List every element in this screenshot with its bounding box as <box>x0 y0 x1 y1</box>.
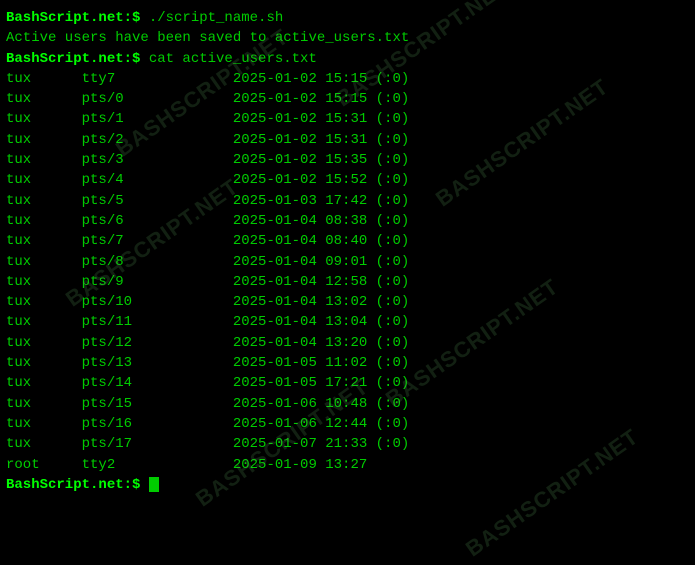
terminal-line-1: BashScript.net:$ ./script_name.sh <box>6 8 689 28</box>
row-10: tux pts/8 2025-01-04 09:01 (:0) <box>6 252 689 272</box>
row-4: tux pts/2 2025-01-02 15:31 (:0) <box>6 130 689 150</box>
row-7: tux pts/5 2025-01-03 17:42 (:0) <box>6 191 689 211</box>
output-1: Active users have been saved to active_u… <box>6 30 409 46</box>
row-2: tux pts/0 2025-01-02 15:15 (:0) <box>6 89 689 109</box>
terminal-final-prompt: BashScript.net:$ <box>6 475 689 495</box>
row-17: tux pts/15 2025-01-06 10:48 (:0) <box>6 394 689 414</box>
row-13: tux pts/11 2025-01-04 13:04 (:0) <box>6 312 689 332</box>
terminal-line-2: Active users have been saved to active_u… <box>6 28 689 48</box>
row-12: tux pts/10 2025-01-04 13:02 (:0) <box>6 292 689 312</box>
row-18: tux pts/16 2025-01-06 12:44 (:0) <box>6 414 689 434</box>
row-3: tux pts/1 2025-01-02 15:31 (:0) <box>6 109 689 129</box>
prompt-final: BashScript.net:$ <box>6 477 140 493</box>
prompt-2: BashScript.net:$ <box>6 51 140 67</box>
cmd-2: cat active_users.txt <box>140 51 316 67</box>
row-1: tux tty7 2025-01-02 15:15 (:0) <box>6 69 689 89</box>
row-15: tux pts/13 2025-01-05 11:02 (:0) <box>6 353 689 373</box>
prompt-1: BashScript.net:$ <box>6 10 140 26</box>
row-20: root tty2 2025-01-09 13:27 <box>6 455 689 475</box>
row-9: tux pts/7 2025-01-04 08:40 (:0) <box>6 231 689 251</box>
row-11: tux pts/9 2025-01-04 12:58 (:0) <box>6 272 689 292</box>
row-8: tux pts/6 2025-01-04 08:38 (:0) <box>6 211 689 231</box>
terminal-cursor <box>149 477 159 492</box>
terminal: BashScript.net:$ ./script_name.sh Active… <box>0 0 695 565</box>
row-14: tux pts/12 2025-01-04 13:20 (:0) <box>6 333 689 353</box>
terminal-line-3: BashScript.net:$ cat active_users.txt <box>6 49 689 69</box>
row-5: tux pts/3 2025-01-02 15:35 (:0) <box>6 150 689 170</box>
row-19: tux pts/17 2025-01-07 21:33 (:0) <box>6 434 689 454</box>
cmd-1: ./script_name.sh <box>140 10 283 26</box>
row-16: tux pts/14 2025-01-05 17:21 (:0) <box>6 373 689 393</box>
row-6: tux pts/4 2025-01-02 15:52 (:0) <box>6 170 689 190</box>
